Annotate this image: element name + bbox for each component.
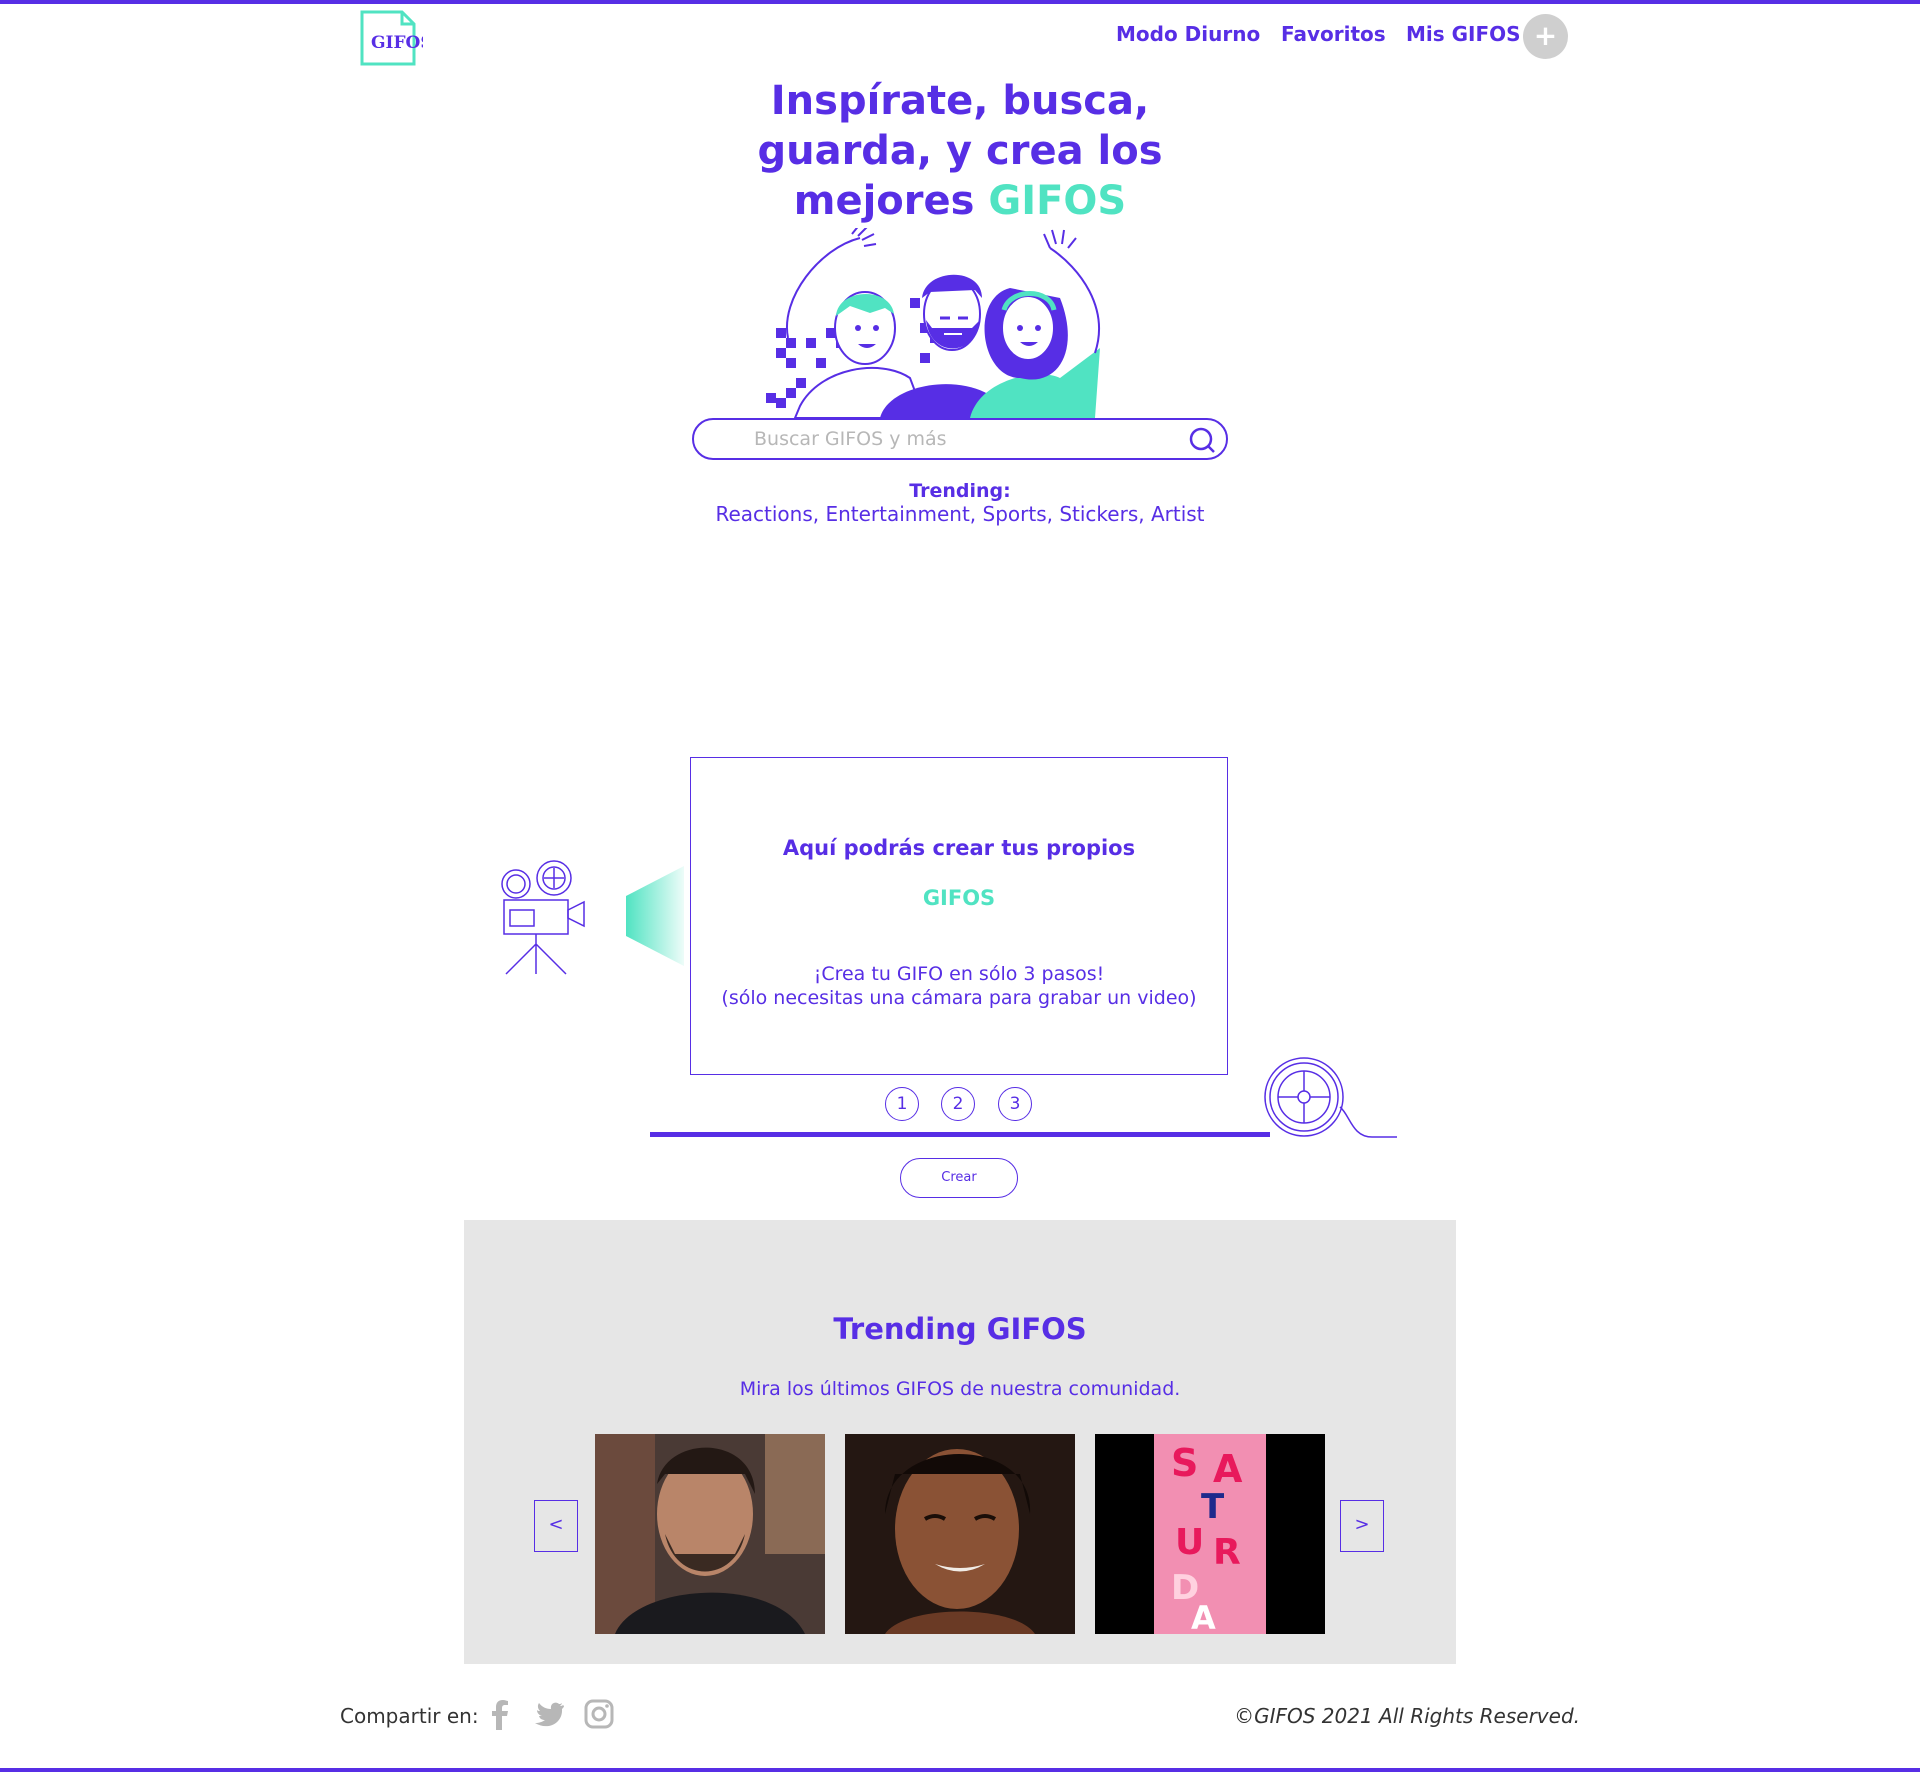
step-2: 2 [941,1087,975,1121]
camera-icon [501,860,585,975]
hero-illustration [766,228,1100,418]
share-label: Compartir en: [340,1704,479,1728]
search-icon[interactable] [1188,426,1216,454]
trending-gifos-subtitle: Mira los últimos GIFOS de nuestra comuni… [739,1378,1181,1400]
trending-gif-2[interactable] [845,1434,1075,1634]
gif-letter-a-2: A [1191,1599,1216,1634]
carousel-prev-button[interactable]: < [534,1500,578,1552]
step-3: 3 [998,1087,1032,1121]
trending-gif-1[interactable] [595,1434,825,1634]
gif-letter-u: U [1175,1522,1204,1563]
trending-gifos-section: Trending GIFOS Mira los últimos GIFOS de… [464,1220,1456,1664]
hero-title-gifos: GIFOS [988,178,1127,224]
gif-letter-s: S [1171,1441,1198,1485]
search-bar [692,418,1228,460]
gif-letter-a: A [1213,1447,1243,1491]
nav-modo-diurno[interactable]: Modo Diurno [1116,22,1260,46]
bottom-accent-bar [0,1768,1920,1772]
hero-title-mejores: mejores [793,178,989,224]
film-reel-icon [1264,1057,1397,1138]
copyright: ©GIFOS 2021 All Rights Reserved. [1234,1704,1580,1728]
nav-favoritos[interactable]: Favoritos [1281,22,1386,46]
logo-text: GIFOS [371,33,423,53]
trending-gif-3[interactable]: S A T U R D A [1095,1434,1325,1634]
trending-gifos-title: Trending GIFOS [833,1312,1087,1346]
create-instructions-2: (sólo necesitas una cámara para grabar u… [721,987,1197,1009]
hero-title-line-3: mejores GIFOS [660,176,1260,226]
step-1: 1 [885,1087,919,1121]
top-accent-bar [0,0,1920,4]
create-title-accent: GIFOS [922,886,996,910]
facebook-icon[interactable] [484,1698,516,1730]
crear-button[interactable]: Crear [900,1158,1018,1198]
carousel-next-button[interactable]: > [1340,1500,1384,1552]
create-title: Aquí podrás crear tus propios [782,836,1136,860]
camera-light-beam [626,866,684,966]
create-instructions-1: ¡Crea tu GIFO en sólo 3 pasos! [813,963,1105,985]
gif-letter-r: R [1213,1532,1241,1573]
gif-letter-t: T [1201,1487,1225,1527]
trending-label: Trending: [909,480,1011,502]
nav-mis-gifos[interactable]: Mis GIFOS [1406,22,1521,46]
search-input[interactable] [752,427,1176,451]
trending-terms[interactable]: Reactions, Entertainment, Sports, Sticke… [660,502,1260,526]
twitter-icon[interactable] [533,1698,565,1730]
hero-title: Inspírate, busca, guarda, y crea los mej… [660,76,1260,226]
hero-title-line-1: Inspírate, busca, [770,78,1150,124]
instagram-icon[interactable] [583,1698,615,1730]
add-gifo-button[interactable]: + [1523,14,1568,59]
create-gifo-card: Aquí podrás crear tus propios GIFOS ¡Cre… [690,757,1228,1075]
progress-line [650,1132,1270,1137]
hero-title-line-2: guarda, y crea los [757,128,1163,174]
